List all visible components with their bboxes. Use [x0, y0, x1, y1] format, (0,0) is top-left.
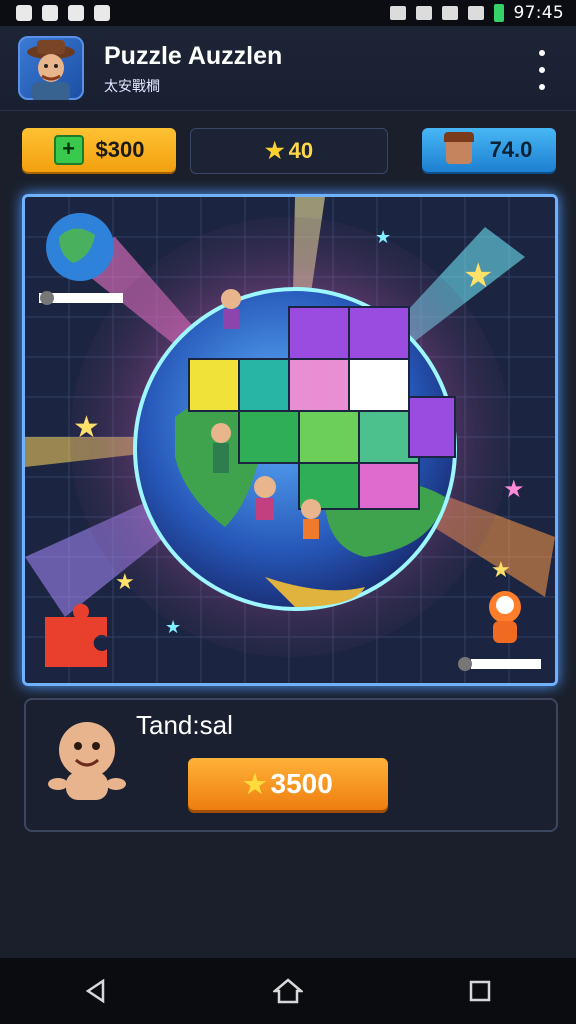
- coins-counter[interactable]: + $300: [22, 128, 176, 172]
- coins-value: $300: [95, 137, 145, 162]
- reward-panel: Tand:sal ★ 3500: [24, 698, 558, 832]
- svg-text:★: ★: [115, 570, 135, 595]
- plus-icon[interactable]: +: [53, 135, 84, 165]
- reward-label: Tand:sal: [136, 710, 233, 740]
- recents-icon[interactable]: [462, 973, 498, 1009]
- page-subtitle: 太安戰橺: [104, 78, 160, 94]
- signal-icon: [467, 6, 484, 20]
- stars-value: 40: [288, 138, 314, 163]
- photo-icon: [94, 5, 110, 21]
- sync-icon: [68, 5, 84, 21]
- wifi-icon: [441, 6, 458, 20]
- svg-text:★: ★: [491, 558, 511, 583]
- system-nav-bar: [0, 958, 576, 1024]
- svg-text:★: ★: [463, 256, 493, 296]
- status-time: 97:45: [513, 3, 564, 23]
- star-icon: ★: [243, 768, 267, 799]
- puzzle-board-art: ★ ★ ★ ★ ★ ★ ★: [25, 197, 555, 683]
- svg-text:★: ★: [73, 410, 100, 445]
- star-icon: ★: [264, 138, 285, 163]
- claim-reward-button[interactable]: ★ 3500: [188, 758, 388, 810]
- tickets-value: 74.0: [489, 137, 533, 162]
- notification-icon: [16, 5, 32, 21]
- tickets-counter[interactable]: 74.0: [422, 128, 556, 172]
- puzzle-board[interactable]: ★ ★ ★ ★ ★ ★ ★: [22, 194, 558, 686]
- alarm-icon: [389, 6, 406, 20]
- app-header: Puzzle Auzzlen 太安戰橺: [0, 26, 576, 111]
- character-icon: [48, 722, 126, 800]
- status-bar: 97:45: [0, 0, 576, 26]
- home-icon[interactable]: [270, 973, 306, 1009]
- more-vert-icon[interactable]: [536, 50, 548, 90]
- page-title: Puzzle Auzzlen: [104, 42, 283, 70]
- battery-icon: [493, 4, 504, 22]
- back-icon[interactable]: [78, 973, 114, 1009]
- stars-counter: ★ 40: [190, 128, 388, 174]
- app-notification-icon: [42, 5, 58, 21]
- claim-reward-value: 3500: [270, 768, 333, 799]
- avatar-icon: [443, 132, 474, 164]
- mute-icon: [415, 6, 432, 20]
- svg-text:★: ★: [503, 475, 525, 503]
- explorer-avatar-icon[interactable]: [18, 36, 84, 100]
- svg-text:★: ★: [375, 227, 391, 248]
- svg-text:★: ★: [165, 617, 181, 638]
